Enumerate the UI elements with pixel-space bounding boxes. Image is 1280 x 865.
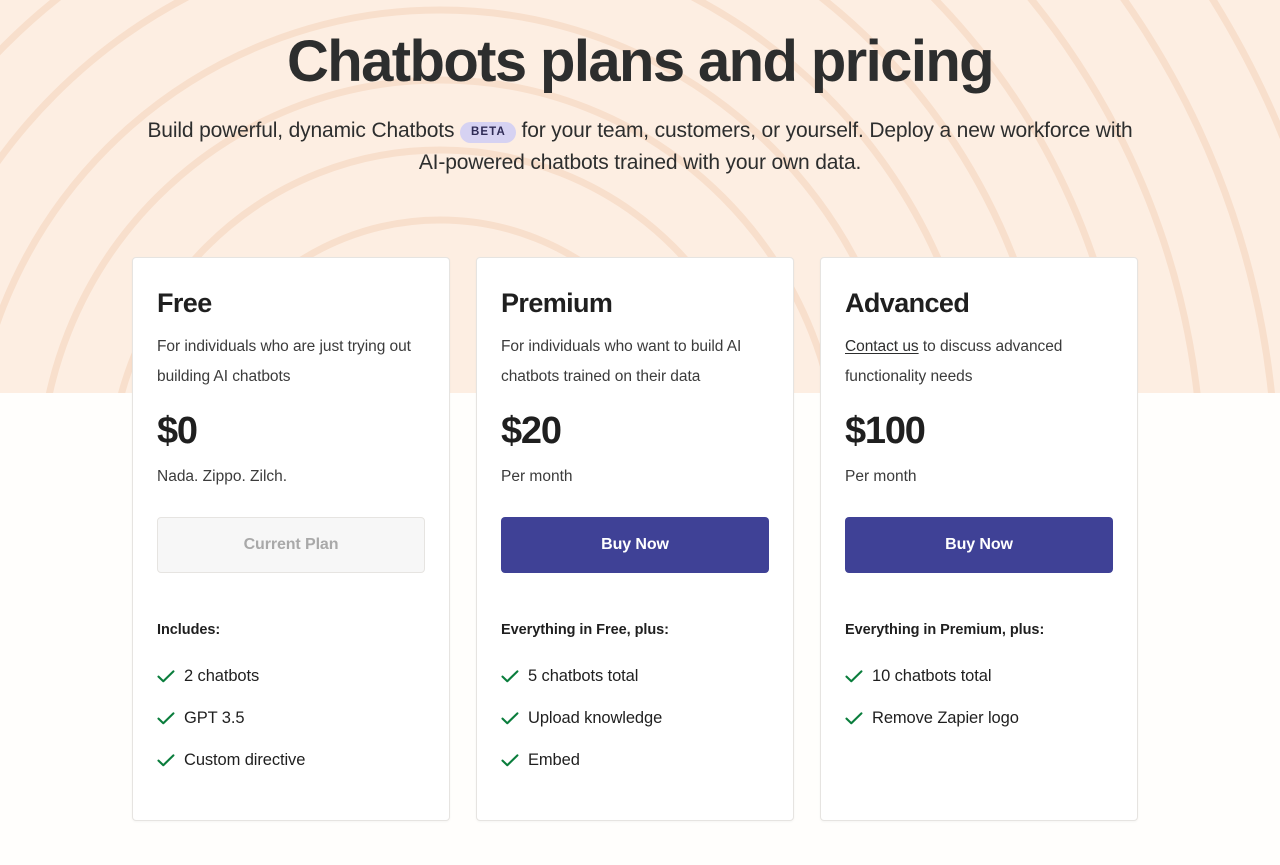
check-icon bbox=[157, 664, 175, 688]
check-icon bbox=[845, 664, 863, 688]
check-icon bbox=[157, 748, 175, 772]
page-title: Chatbots plans and pricing bbox=[287, 29, 995, 94]
beta-badge: BETA bbox=[460, 122, 516, 143]
plan-price-period: Per month bbox=[501, 468, 573, 485]
pricing-card-advanced: Advanced Contact us to discuss advanced … bbox=[820, 257, 1138, 821]
plan-price-period: Nada. Zippo. Zilch. bbox=[157, 468, 288, 485]
feature-text: Upload knowledge bbox=[528, 709, 663, 727]
list-item: 2 chatbots bbox=[157, 664, 425, 688]
pricing-card-list: Free For individuals who are just trying… bbox=[132, 257, 1138, 821]
plan-name: Free bbox=[157, 288, 212, 318]
pricing-page: Chatbots plans and pricing Build powerfu… bbox=[0, 0, 1280, 865]
subtitle-text-after-badge: for your team, customers, or yourself. D… bbox=[418, 119, 1133, 174]
subtitle-text-before-badge: Build powerful, dynamic Chatbots bbox=[147, 119, 455, 142]
feature-text: 2 chatbots bbox=[184, 667, 260, 685]
list-item: 5 chatbots total bbox=[501, 664, 769, 688]
feature-list: 10 chatbots total Remove Zapier logo bbox=[845, 664, 1113, 748]
feature-text: 10 chatbots total bbox=[872, 667, 992, 685]
feature-text: Custom directive bbox=[184, 751, 306, 769]
plan-price: $0 bbox=[157, 410, 198, 452]
features-label: Everything in Free, plus: bbox=[501, 622, 669, 638]
plan-description: Contact us to discuss advanced functiona… bbox=[845, 332, 1113, 392]
features-label: Includes: bbox=[157, 622, 221, 638]
contact-us-link[interactable]: Contact us bbox=[845, 338, 919, 355]
feature-text: Embed bbox=[528, 751, 580, 769]
plan-name: Advanced bbox=[845, 288, 970, 318]
list-item: Custom directive bbox=[157, 748, 425, 772]
feature-list: 5 chatbots total Upload knowledge Embed bbox=[501, 664, 769, 790]
pricing-card-premium: Premium For individuals who want to buil… bbox=[476, 257, 794, 821]
page-header: Chatbots plans and pricing Build powerfu… bbox=[0, 0, 1280, 179]
list-item: GPT 3.5 bbox=[157, 706, 425, 730]
buy-now-button[interactable]: Buy Now bbox=[501, 517, 769, 573]
feature-list: 2 chatbots GPT 3.5 Custom directive bbox=[157, 664, 425, 790]
plan-name: Premium bbox=[501, 288, 613, 318]
check-icon bbox=[501, 748, 519, 772]
features-label: Everything in Premium, plus: bbox=[845, 622, 1045, 638]
check-icon bbox=[157, 706, 175, 730]
plan-price: $100 bbox=[845, 410, 926, 452]
plan-description: For individuals who want to build AI cha… bbox=[501, 338, 742, 385]
feature-text: 5 chatbots total bbox=[528, 667, 639, 685]
plan-description: For individuals who are just trying out … bbox=[157, 338, 411, 385]
current-plan-button[interactable]: Current Plan bbox=[157, 517, 425, 573]
list-item: Embed bbox=[501, 748, 769, 772]
check-icon bbox=[845, 706, 863, 730]
plan-price: $20 bbox=[501, 410, 562, 452]
check-icon bbox=[501, 664, 519, 688]
check-icon bbox=[501, 706, 519, 730]
page-subtitle: Build powerful, dynamic Chatbots BETA fo… bbox=[144, 115, 1136, 179]
list-item: Remove Zapier logo bbox=[845, 706, 1113, 730]
list-item: 10 chatbots total bbox=[845, 664, 1113, 688]
plan-price-period: Per month bbox=[845, 468, 917, 485]
buy-now-button[interactable]: Buy Now bbox=[845, 517, 1113, 573]
feature-text: GPT 3.5 bbox=[184, 709, 245, 727]
pricing-card-free: Free For individuals who are just trying… bbox=[132, 257, 450, 821]
feature-text: Remove Zapier logo bbox=[872, 709, 1019, 727]
list-item: Upload knowledge bbox=[501, 706, 769, 730]
